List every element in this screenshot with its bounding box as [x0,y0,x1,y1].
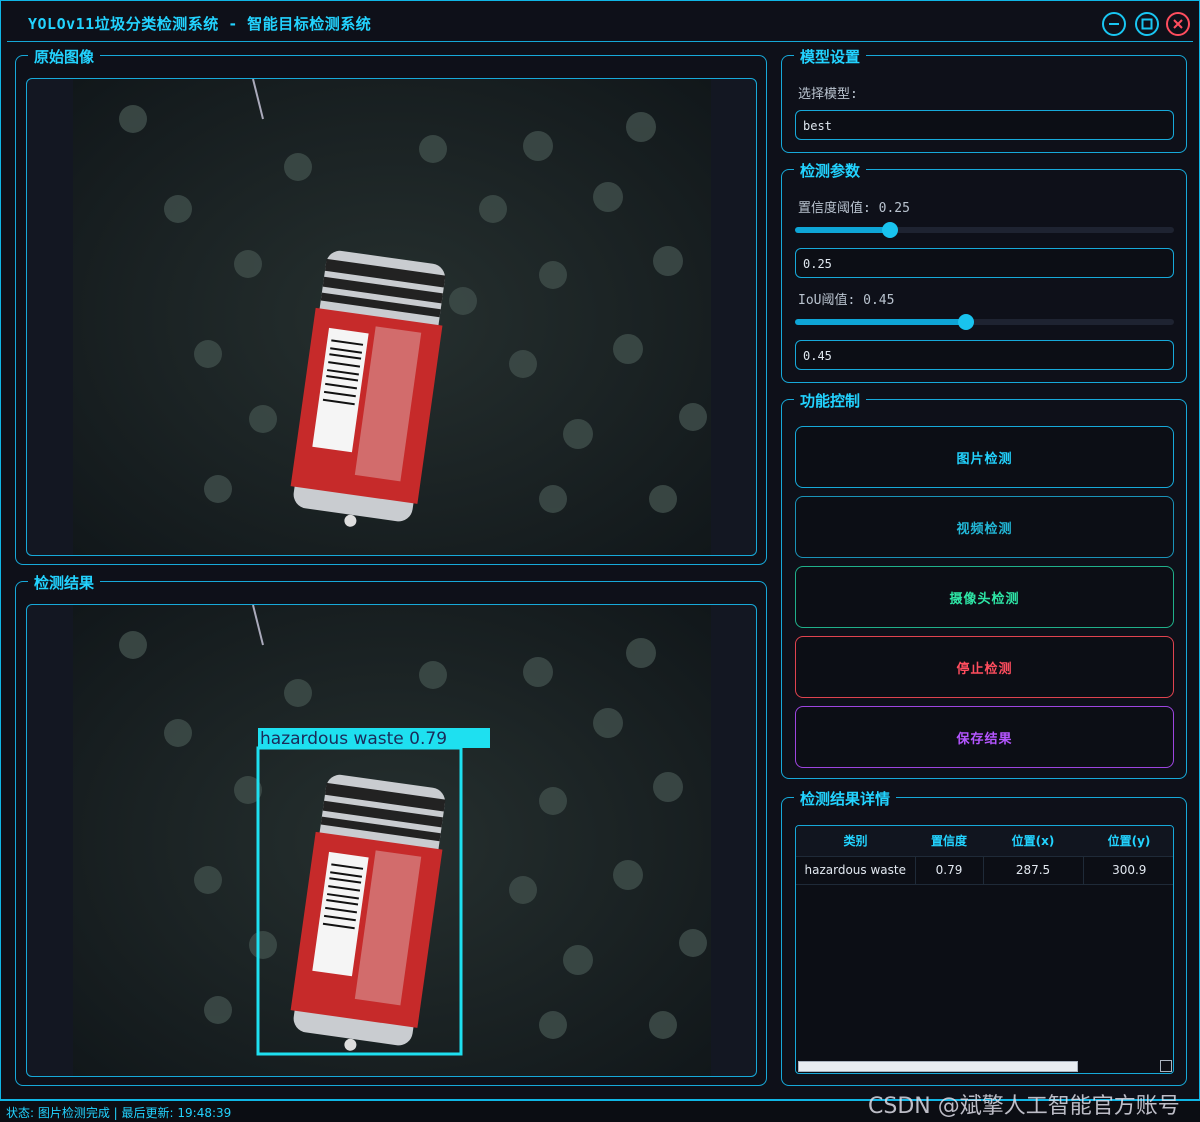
iou-slider-handle[interactable] [958,314,974,330]
conf-threshold-slider[interactable] [795,222,1174,238]
original-image-title: 原始图像 [28,46,101,67]
column-header-y[interactable]: 位置(y) [1083,826,1173,857]
minimize-icon [1109,23,1119,25]
iou-threshold-input[interactable]: 0.45 [795,340,1174,370]
conf-threshold-input[interactable]: 0.25 [795,248,1174,278]
model-select[interactable]: best [795,110,1174,140]
detection-details-table: 类别 置信度 位置(x) 位置(y) hazardous waste 0.79 … [795,825,1174,1074]
original-image-frame [26,78,757,556]
conf-slider-fill [795,227,890,233]
function-controls-title: 功能控制 [794,390,867,411]
cell-x: 287.5 [983,856,1084,885]
main-window: YOLOv11垃圾分类检测系统 - 智能目标检测系统 原始图像 检测结果 haz… [0,0,1200,1100]
original-image [73,79,711,555]
cell-class: hazardous waste [796,856,916,885]
cell-y: 300.9 [1083,856,1173,885]
result-image-title: 检测结果 [28,572,101,593]
horizontal-scrollbar[interactable] [798,1061,1078,1072]
title-bar: YOLOv11垃圾分类检测系统 - 智能目标检测系统 [1,1,1199,43]
battery-photo-annotated: hazardous waste 0.79 [73,605,711,1076]
stop-detect-button[interactable]: 停止检测 [795,636,1174,698]
iou-threshold-slider[interactable] [795,314,1174,330]
original-image-group: 原始图像 [15,46,767,565]
battery-photo [73,79,711,555]
maximize-button[interactable] [1135,12,1159,36]
close-icon [1173,19,1183,29]
model-select-label: 选择模型: [798,87,858,102]
iou-threshold-label: IoU阈值: 0.45 [798,293,895,308]
conf-slider-handle[interactable] [882,222,898,238]
watermark: CSDN @斌擎人工智能官方账号 [868,1094,1180,1119]
result-image-frame: hazardous waste 0.79 [26,604,757,1077]
column-header-confidence[interactable]: 置信度 [915,826,983,857]
title-divider [7,41,1193,42]
detection-params-title: 检测参数 [794,160,867,181]
column-header-class[interactable]: 类别 [796,826,915,857]
model-settings-title: 模型设置 [794,46,867,67]
window-title: YOLOv11垃圾分类检测系统 - 智能目标检测系统 [28,15,372,33]
minimize-button[interactable] [1102,12,1126,36]
camera-detect-button[interactable]: 摄像头检测 [795,566,1174,628]
video-detect-button[interactable]: 视频检测 [795,496,1174,558]
table-header-row: 类别 置信度 位置(x) 位置(y) [796,826,1173,857]
maximize-icon [1141,18,1153,30]
conf-threshold-label: 置信度阈值: 0.25 [798,201,910,216]
save-result-button[interactable]: 保存结果 [795,706,1174,768]
result-image: hazardous waste 0.79 [73,605,711,1076]
scrollbar-corner [1160,1060,1172,1072]
iou-slider-fill [795,319,966,325]
close-button[interactable] [1166,12,1190,36]
table-row[interactable]: hazardous waste 0.79 287.5 300.9 [796,856,1173,885]
detection-label: hazardous waste 0.79 [260,729,447,749]
column-header-x[interactable]: 位置(x) [983,826,1083,857]
detection-details-title: 检测结果详情 [794,788,897,809]
image-detect-button[interactable]: 图片检测 [795,426,1174,488]
result-image-group: 检测结果 hazardous waste 0.79 [15,572,767,1086]
cell-confidence: 0.79 [915,856,984,885]
